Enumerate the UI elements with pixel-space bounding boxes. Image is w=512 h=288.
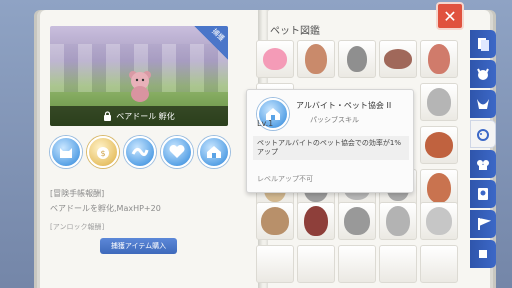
locked-pet-icon — [347, 46, 367, 72]
pet-cell[interactable] — [379, 202, 417, 240]
capture-badge-label: 捕獲 — [210, 27, 226, 43]
skill-house-icon — [207, 146, 221, 158]
pet-cell[interactable] — [256, 245, 294, 283]
tab-pet[interactable] — [470, 120, 496, 148]
pet-name-label: ベアドール 孵化 — [116, 111, 175, 121]
badge-icon — [478, 188, 488, 200]
bear-doll-icon — [129, 71, 151, 102]
lion-pet-icon — [261, 207, 289, 235]
skill-row: $ — [50, 136, 230, 168]
flag-icon — [478, 218, 491, 230]
monkey-pet-icon — [305, 44, 327, 74]
preview-caption: ベアドール 孵化 — [50, 106, 228, 126]
tab-horns[interactable] — [470, 90, 496, 118]
close-button[interactable]: ✕ — [436, 2, 464, 30]
pet-cell[interactable] — [379, 40, 417, 78]
cards-icon — [478, 38, 489, 51]
skill-gold-button[interactable]: $ — [87, 136, 119, 168]
pet-cell[interactable] — [297, 40, 335, 78]
pet-cell[interactable] — [420, 126, 458, 164]
locked-pet-icon — [427, 88, 451, 116]
pet-cell[interactable] — [338, 40, 376, 78]
horns-icon — [477, 99, 489, 109]
ninja-pet-icon — [304, 206, 328, 236]
pet-cell[interactable] — [420, 245, 458, 283]
skill-house-button[interactable] — [198, 136, 230, 168]
pet-cell[interactable] — [297, 202, 335, 240]
unlock-reward-title: [アンロック報酬] — [50, 223, 105, 230]
tooltip-description: ペットアルバイトのペット協会での効率が1%アップ — [253, 136, 409, 160]
tab-badge[interactable] — [470, 180, 496, 208]
chef-icon — [477, 160, 489, 170]
pet-cell[interactable] — [338, 202, 376, 240]
pet-cell[interactable] — [420, 202, 458, 240]
girl-pet-icon — [428, 44, 450, 74]
buy-capture-item-button[interactable]: 捕獲アイテム購入 — [100, 238, 177, 254]
tooltip-skill-type: パッシブスキル — [310, 116, 359, 124]
skill-heart-button[interactable] — [161, 136, 193, 168]
tab-cards[interactable] — [470, 30, 496, 58]
blank-icon — [479, 250, 487, 258]
reward-title: [冒険手帳報酬] — [50, 189, 105, 198]
tab-blank[interactable] — [470, 240, 496, 268]
tab-flag[interactable] — [470, 210, 496, 238]
pet-cell[interactable] — [338, 245, 376, 283]
tab-chef[interactable] — [470, 150, 496, 178]
tab-demon[interactable] — [470, 60, 496, 88]
pet-icon — [477, 129, 489, 141]
pet-cell[interactable] — [256, 40, 294, 78]
lock-icon — [104, 111, 112, 121]
pet-cell[interactable] — [256, 202, 294, 240]
skill-gold-icon: $ — [97, 147, 109, 159]
dog-pet-icon — [384, 49, 412, 69]
pet-cell[interactable] — [420, 83, 458, 121]
pet-cell[interactable] — [379, 245, 417, 283]
skill-tooltip: Lv.1 アルバイト・ペット協会 II パッシブスキル ペットアルバイトのペット… — [246, 89, 414, 193]
locked-pet-icon — [344, 207, 370, 235]
reward-text: ベアドールを孵化,MaxHP+20 — [50, 204, 161, 213]
capture-badge: 捕獲 — [194, 26, 228, 60]
skill-wave-button[interactable] — [124, 136, 156, 168]
tooltip-level: Lv.1 — [257, 119, 274, 128]
demon-icon — [477, 68, 489, 80]
skill-cat-icon — [60, 148, 72, 158]
close-icon: ✕ — [443, 6, 457, 26]
skill-heart-icon — [169, 144, 185, 158]
skill-wave-icon — [131, 147, 149, 157]
skill-cat-button[interactable] — [50, 136, 82, 168]
pet-preview: 捕獲 ベアドール 孵化 — [50, 26, 228, 126]
svg-text:$: $ — [100, 149, 105, 158]
tooltip-footer: レベルアップ不可 — [257, 175, 313, 183]
pet-encyclopedia-title: ペット図鑑 — [270, 26, 320, 37]
pet-cell[interactable] — [420, 40, 458, 78]
poring-icon — [263, 48, 287, 70]
pet-cell[interactable] — [297, 245, 335, 283]
tooltip-skill-name: アルバイト・ペット協会 II — [296, 101, 392, 110]
mushroom-pet-icon — [425, 132, 453, 158]
warrior-pet-icon — [427, 173, 451, 203]
locked-pet-icon — [386, 206, 410, 236]
locked-pet-icon — [426, 207, 452, 235]
